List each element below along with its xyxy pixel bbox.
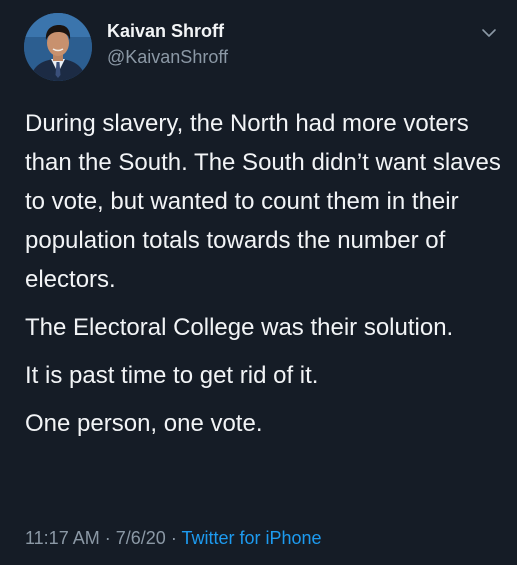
tweet-card: Kaivan Shroff @KaivanShroff During slave…	[0, 0, 517, 565]
chevron-down-icon[interactable]	[479, 26, 499, 40]
tweet-paragraph: It is past time to get rid of it.	[25, 362, 319, 389]
avatar-image	[24, 13, 92, 81]
tweet-time[interactable]: 11:17 AM	[25, 528, 100, 548]
avatar[interactable]	[24, 13, 92, 81]
user-handle[interactable]: @KaivanShroff	[107, 47, 228, 68]
tweet-text: During slavery, the North had more voter…	[25, 104, 505, 452]
tweet-paragraph: One person, one vote.	[25, 410, 263, 437]
meta-separator: ·	[104, 528, 111, 548]
tweet-date[interactable]: 7/6/20	[116, 528, 166, 548]
tweet-paragraph: The Electoral College was their solution…	[25, 314, 454, 341]
meta-separator: ·	[170, 528, 177, 548]
tweet-paragraph: During slavery, the North had more voter…	[25, 110, 501, 293]
tweet-source-link[interactable]: Twitter for iPhone	[182, 528, 322, 548]
tweet-meta: 11:17 AM · 7/6/20 · Twitter for iPhone	[25, 528, 322, 549]
display-name[interactable]: Kaivan Shroff	[107, 21, 224, 42]
